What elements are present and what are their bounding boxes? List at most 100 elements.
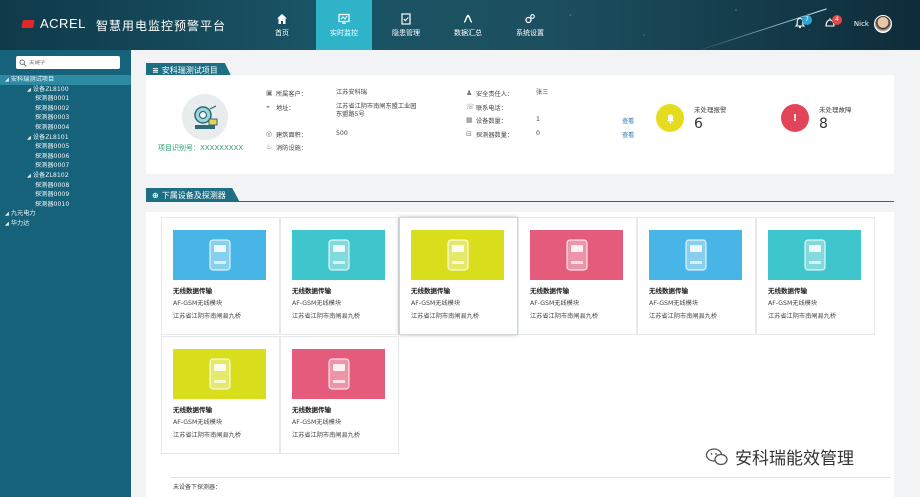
search-input[interactable] [29, 59, 109, 66]
field-label: 联系电话： [476, 104, 507, 112]
tree-item-label: 探测器0010 [35, 200, 70, 208]
view-link[interactable]: 查看 [622, 130, 634, 139]
device-card[interactable]: 无线数据传输 AF-GSM无线模块 江苏省江阴市南闸县九桥 [161, 336, 280, 454]
exclamation-icon: ! [781, 104, 809, 132]
nav-hazard-management[interactable]: 隐患管理 [378, 0, 434, 50]
tree-detector-item[interactable]: 探测器0002 [0, 104, 131, 114]
expand-triangle-icon[interactable]: ◢ [5, 77, 9, 83]
field-label: 地址： [276, 104, 295, 112]
tree-detector-item[interactable]: 探测器0010 [0, 200, 131, 210]
tree-project-item[interactable]: ◢ 华力达 [0, 219, 131, 229]
tree-detector-item[interactable]: 探测器0006 [0, 152, 131, 162]
device-card[interactable]: 无线数据传输 AF-GSM无线模块 江苏省江阴市南闸县九桥 [518, 217, 637, 335]
search-icon [19, 59, 27, 67]
expand-triangle-icon[interactable]: ◢ [5, 221, 9, 227]
expand-triangle-icon[interactable]: ◢ [27, 173, 31, 179]
avatar[interactable] [874, 15, 892, 33]
nav-hazard-management-label: 隐患管理 [392, 28, 420, 37]
unhandled-faults[interactable]: ! 未处理故障 8 [781, 104, 852, 132]
view-link[interactable]: 查看 [622, 116, 634, 125]
nav-data-summary[interactable]: 数据汇总 [440, 0, 496, 50]
tree-item-label: 探测器0004 [35, 123, 70, 131]
device-image [173, 349, 266, 399]
alarm-bell-icon [656, 104, 684, 132]
unhandled-faults-count: 8 [819, 116, 828, 132]
project-field-row: ◎ 建筑面积： 500 [266, 130, 422, 144]
device-address: 江苏省江阴市南闸县九桥 [292, 432, 361, 439]
area-icon: ◎ [266, 129, 273, 138]
device-model: AF-GSM无线模块 [411, 300, 461, 307]
unhandled-alarms[interactable]: 未处理报警 6 [656, 104, 727, 132]
tree-detector-item[interactable]: 探测器0007 [0, 161, 131, 171]
tree-item-label: 设备ZL8100 [32, 85, 69, 93]
field-label: 设备数量： [476, 118, 507, 125]
app-window: ACREL 智慧用电监控预警平台 首页 实时监控 隐患管理 数据汇总 系统设置 … [0, 0, 920, 497]
logo-mark-icon [22, 18, 36, 30]
header-right: 7 4 Nick [794, 15, 892, 33]
expand-triangle-icon[interactable]: ◢ [5, 211, 9, 217]
tree-device-item[interactable]: ◢ 设备ZL8101 [0, 133, 131, 143]
project-tree: ◢ 安科瑞测试项目 ◢ 设备ZL8100 探测器0001 探测器0002 探测器0003 探测… [0, 75, 131, 229]
device-address: 江苏省江阴市南闸县九桥 [411, 313, 480, 320]
project-field-row: ▣ 所属客户： 江苏安科瑞 [266, 89, 422, 103]
device-card[interactable]: 无线数据传输 AF-GSM无线模块 江苏省江阴市南闸县九桥 [756, 217, 875, 335]
device-image [768, 230, 861, 280]
wireless-module-icon [803, 239, 826, 271]
nav-home[interactable]: 首页 [254, 0, 310, 50]
device-card[interactable]: 无线数据传输 AF-GSM无线模块 江苏省江阴市南闸县九桥 [280, 217, 399, 335]
device-model: AF-GSM无线模块 [292, 419, 342, 426]
wireless-module-icon [565, 239, 588, 271]
device-card[interactable]: 无线数据传输 AF-GSM无线模块 江苏省江阴市南闸县九桥 [399, 217, 518, 335]
wireless-module-icon [208, 358, 231, 390]
wireless-module-icon [684, 239, 707, 271]
device-model: AF-GSM无线模块 [292, 300, 342, 307]
nav-realtime-monitor-label: 实时监控 [330, 28, 358, 37]
project-fields-right: ♟ 安全责任人： 张三 ☏ 联系电话： ▦ 设备数量： 1 查看 ⊟ 探测器数量： 0 查看 [466, 89, 634, 143]
device-card[interactable]: 无线数据传输 AF-GSM无线模块 江苏省江阴市南闸县九桥 [161, 217, 280, 335]
device-card[interactable]: 无线数据传输 AF-GSM无线模块 江苏省江阴市南闸县九桥 [280, 336, 399, 454]
device-title: 无线数据传输 [173, 406, 212, 414]
checklist-icon [400, 12, 412, 25]
menu-lines-icon: ≡ [152, 65, 159, 75]
device-card[interactable]: 无线数据传输 AF-GSM无线模块 江苏省江阴市南闸县九桥 [637, 217, 756, 335]
tree-project-item[interactable]: ◢ 安科瑞测试项目 [0, 75, 131, 85]
tree-device-item[interactable]: ◢ 设备ZL8102 [0, 171, 131, 181]
plus-circle-icon: ⊕ [152, 190, 159, 200]
device-image [530, 230, 623, 280]
sidebar: ◢安科瑞测试项目◢设备ZL8100探测器0001探测器0002探测器0003探测… [0, 50, 131, 497]
tree-detector-item[interactable]: 探测器0005 [0, 142, 131, 152]
device-model: AF-GSM无线模块 [530, 300, 580, 307]
project-field-row: ♨ 消防设施： [266, 143, 422, 157]
logo[interactable]: ACREL [22, 16, 86, 31]
tree-detector-item[interactable]: 探测器0008 [0, 181, 131, 191]
field-label: 探测器数量： [476, 131, 514, 139]
device-address: 江苏省江阴市南闸县九桥 [530, 313, 599, 320]
nav-system-settings[interactable]: 系统设置 [502, 0, 558, 50]
device-image [411, 230, 504, 280]
expand-triangle-icon[interactable]: ◢ [27, 87, 31, 93]
tree-project-item[interactable]: ◢ 九元电力 [0, 209, 131, 219]
device-image [649, 230, 742, 280]
phone-icon: ☏ [466, 102, 475, 111]
nav-realtime-monitor[interactable]: 实时监控 [316, 0, 372, 50]
tree-device-item[interactable]: ◢ 设备ZL8100 [0, 85, 131, 95]
device-image [292, 230, 385, 280]
tree-detector-item[interactable]: 探测器0004 [0, 123, 131, 133]
field-label: 消防设施： [276, 145, 307, 152]
device-image [173, 230, 266, 280]
tree-detector-item[interactable]: 探测器0001 [0, 94, 131, 104]
tree-item-label: 探测器0009 [35, 191, 70, 199]
device-model: AF-GSM无线模块 [649, 300, 699, 307]
device-title: 无线数据传输 [292, 287, 331, 295]
device-address: 江苏省江阴市南闸县九桥 [173, 432, 242, 439]
faults-button[interactable]: 4 [824, 15, 842, 31]
tree-detector-item[interactable]: 探测器0003 [0, 113, 131, 123]
tree-detector-item[interactable]: 探测器0009 [0, 190, 131, 200]
main-content: ≡ 安科瑞测试项目 项目识别号：XXXXXXXXX ▣ 所属客户： 江苏安科瑞 ⌖ 地址… [131, 50, 920, 497]
expand-triangle-icon[interactable]: ◢ [27, 135, 31, 141]
alerts-button[interactable]: 7 [794, 15, 812, 31]
fire-icon: ♨ [266, 143, 273, 151]
field-label: 所属客户： [276, 91, 307, 98]
user-name[interactable]: Nick [854, 20, 869, 28]
sidebar-search [16, 56, 120, 69]
